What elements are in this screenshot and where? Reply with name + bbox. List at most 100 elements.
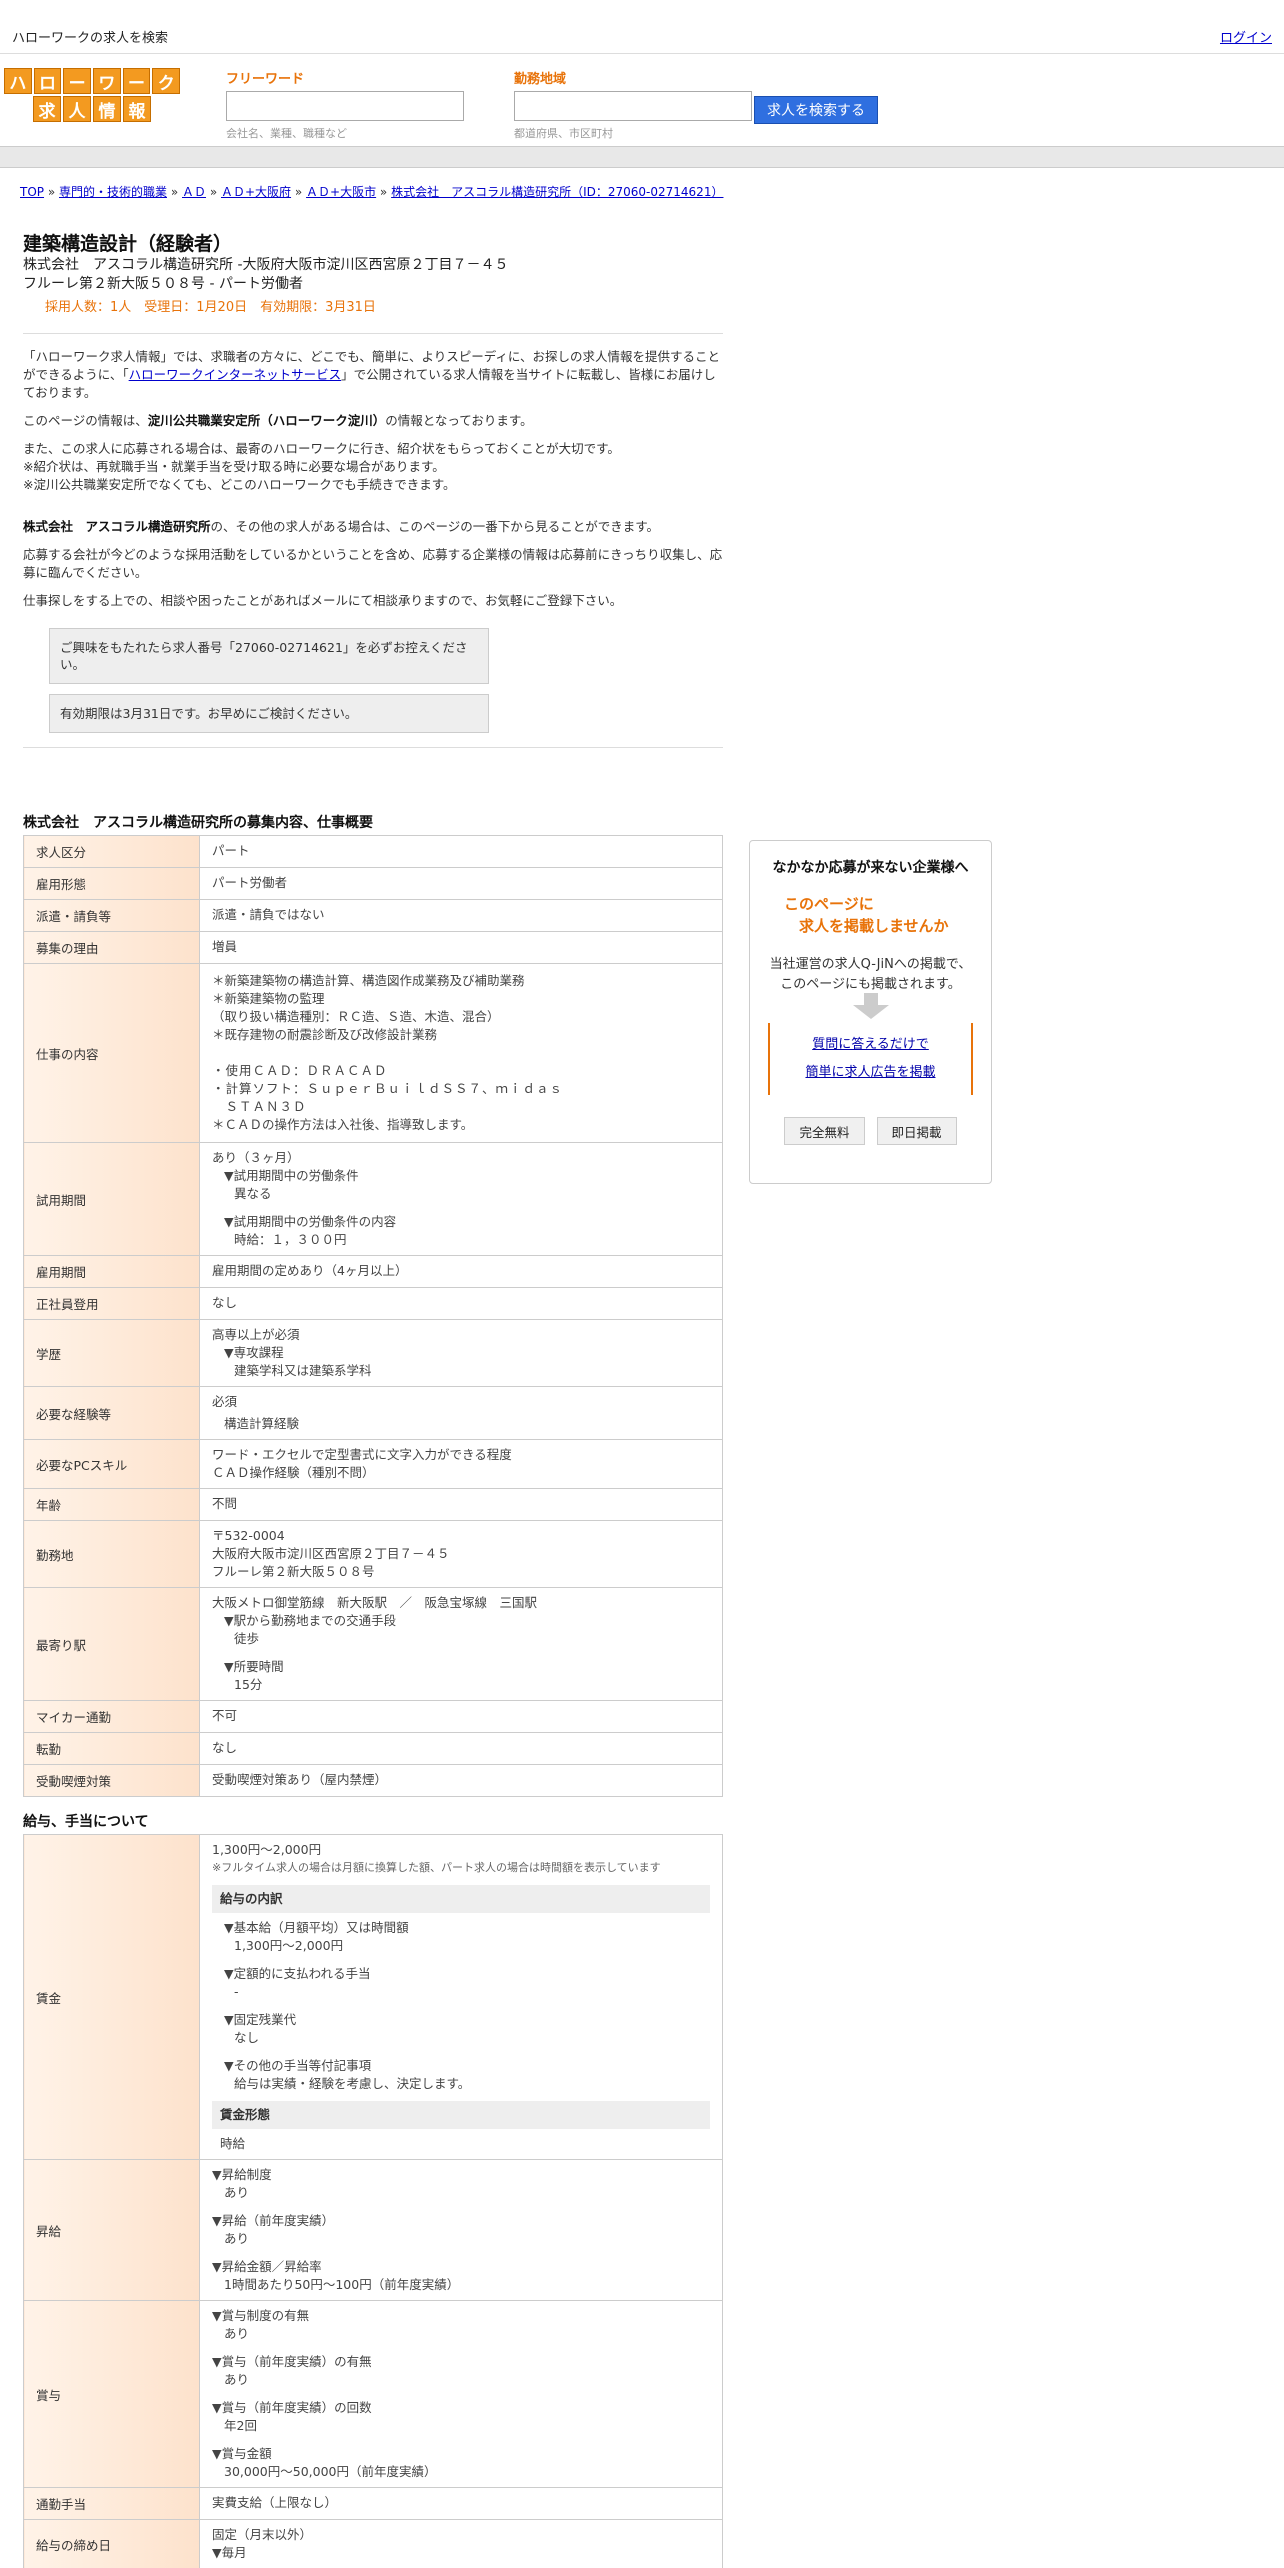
job-title: 建築構造設計（経験者）	[23, 233, 233, 255]
job-number-notice: ご興味をもたれたら求人番号「27060-02714621」を必ずお控えください。	[49, 628, 489, 684]
table-row: 学歴 高専以上が必須 ▼専攻課程 建築学科又は建築系学科	[23, 1319, 723, 1387]
overview-title: 株式会社 アスコラル構造研究所の募集内容、仕事概要	[23, 815, 373, 831]
bonus-sub-value: 30,000円〜50,000円（前年度実績）	[224, 2464, 437, 2479]
ad-headline-line: このページに	[784, 895, 874, 913]
table-row: 求人区分 パート	[23, 835, 723, 868]
closing-sub-label: ▼毎月	[212, 2545, 247, 2560]
free-button[interactable]: 完全無料	[784, 1117, 865, 1145]
other-jobs-info: 株式会社 アスコラル構造研究所の、その他の求人がある場合は、このページの一番下か…	[23, 518, 723, 536]
logo-char: ワ	[93, 68, 121, 94]
table-row: 派遣・請負等 派遣・請負ではない	[23, 899, 723, 932]
company-name: 株式会社 アスコラル構造研究所	[23, 519, 211, 534]
work-address: 大阪府大阪市淀川区西宮原２丁目７－４５	[212, 1546, 450, 1561]
wage-sub-value: なし	[234, 2030, 260, 2045]
trial-sub-label: ▼試用期間中の労働条件の内容	[224, 1214, 397, 1229]
postal-code: 〒532-0004	[212, 1528, 285, 1543]
row-value: 必須 構造計算経験	[199, 1386, 723, 1440]
search-button[interactable]: 求人を検索する	[754, 96, 878, 124]
row-value: 高専以上が必須 ▼専攻課程 建築学科又は建築系学科	[199, 1319, 723, 1387]
table-row: 必要な経験等 必須 構造計算経験	[23, 1386, 723, 1440]
station-value: 大阪メトロ御堂筋線 新大阪駅 ／ 阪急宝塚線 三国駅	[212, 1595, 538, 1610]
ad-title: なかなか応募が来ない企業様へ	[772, 860, 969, 876]
raise-sub-label: ▼昇給制度	[212, 2167, 272, 2182]
pc-skill-value: ＣＡＤ操作経験（種別不問）	[212, 1465, 375, 1480]
bonus-sub-label: ▼賞与制度の有無	[212, 2308, 310, 2323]
ad-desc-line: このページにも掲載されます。	[780, 977, 961, 992]
referral-note: ※淀川公共職業安定所でなくても、どこのハローワークでも手続きできます。	[23, 477, 456, 492]
breadcrumb-ad-osaka-city[interactable]: ＡＤ+大阪市	[306, 185, 376, 199]
row-value: 実費支給（上限なし）	[199, 2487, 723, 2520]
ad-buttons: 完全無料 即日掲載	[758, 1117, 983, 1145]
desc-line: ＊ＣＡＤの操作方法は入社後、指導致します。	[212, 1117, 474, 1132]
row-value: あり（３ヶ月） ▼試用期間中の労働条件 異なる ▼試用期間中の労働条件の内容 時…	[199, 1142, 723, 1256]
breadcrumb-company[interactable]: 株式会社 アスコラル構造研究所（ID：27060-02714621）	[391, 185, 723, 199]
top-bar: ハローワークの求人を検索 ログイン	[0, 0, 1284, 54]
referral-text: また、この求人に応募される場合は、最寄のハローワークに行き、紹介状をもらっておく…	[23, 441, 620, 456]
referral-note: ※紹介状は、再就職手当・就業手当を受け取る時に必要な場合があります。	[23, 459, 445, 474]
trial-sub-value: 異なる	[234, 1186, 272, 1201]
bonus-sub-label: ▼賞与（前年度実績）の回数	[212, 2400, 372, 2415]
breadcrumb-ad-osaka-pref[interactable]: ＡＤ+大阪府	[221, 185, 291, 199]
station-sub-label: ▼所要時間	[224, 1659, 284, 1674]
ad-desc-line: 当社運営の求人Q-JiNへの掲載で、	[769, 957, 972, 972]
table-row: 賃金 1,300円〜2,000円 ※フルタイム求人の場合は月額に換算した額、パー…	[23, 1834, 723, 2160]
table-row: 受動喫煙対策 受動喫煙対策あり（屋内禁煙）	[23, 1764, 723, 1797]
experience-value: 必須	[212, 1394, 238, 1409]
ad-headline-line: 求人を掲載しませんか	[784, 917, 949, 935]
office-text: の情報となっております。	[385, 413, 533, 428]
ad-link-question[interactable]: 質問に答えるだけで	[770, 1031, 971, 1059]
row-value: 不可	[199, 1700, 723, 1733]
other-jobs-text: の、その他の求人がある場合は、このページの一番下から見ることができます。	[210, 519, 660, 534]
raise-sub-value: あり	[224, 2231, 250, 2246]
desc-line: ＳＴＡＮ３Ｄ	[212, 1099, 307, 1114]
row-label: 給与の締め日	[23, 2519, 200, 2568]
ad-link-post[interactable]: 簡単に求人広告を掲載	[770, 1059, 971, 1087]
row-value: 1,300円〜2,000円 ※フルタイム求人の場合は月額に換算した額、パート求人…	[199, 1834, 723, 2160]
row-label: 試用期間	[23, 1142, 200, 1256]
same-day-button[interactable]: 即日掲載	[876, 1117, 957, 1145]
expiry-notice: 有効期限は3月31日です。お早めにご検討ください。	[49, 694, 489, 733]
row-value: ▼昇給制度 あり ▼昇給（前年度実績） あり ▼昇給金額／昇給率 1時間あたり5…	[199, 2159, 723, 2301]
station-sub-value: 徒歩	[234, 1631, 260, 1646]
wage-form-value: 時給	[220, 2136, 246, 2151]
row-label: 必要な経験等	[23, 1386, 200, 1440]
table-row: 給与の締め日 固定（月末以外） ▼毎月	[23, 2519, 723, 2568]
logo-char: 求	[33, 96, 61, 122]
row-label: 仕事の内容	[23, 963, 200, 1143]
ad-links: 質問に答えるだけで 簡単に求人広告を掲載	[768, 1023, 973, 1095]
bonus-sub-value: あり	[224, 2326, 250, 2341]
table-row: 年齢 不問	[23, 1488, 723, 1521]
logo-char: 人	[63, 96, 91, 122]
breadcrumb-ad[interactable]: ＡＤ	[182, 185, 206, 199]
breadcrumb-top[interactable]: TOP	[20, 185, 44, 199]
row-value: なし	[199, 1732, 723, 1765]
table-row: 試用期間 あり（３ヶ月） ▼試用期間中の労働条件 異なる ▼試用期間中の労働条件…	[23, 1142, 723, 1256]
down-arrow-icon	[852, 993, 889, 1019]
login-link[interactable]: ログイン	[1220, 27, 1272, 46]
breadcrumb-category[interactable]: 専門的・技術的職業	[59, 185, 167, 199]
table-row: 最寄り駅 大阪メトロ御堂筋線 新大阪駅 ／ 阪急宝塚線 三国駅 ▼駅から勤務地ま…	[23, 1587, 723, 1701]
freeword-group: フリーワード 会社名、業種、職種など	[226, 68, 464, 141]
salary-table: 賃金 1,300円〜2,000円 ※フルタイム求人の場合は月額に換算した額、パー…	[23, 1834, 723, 2568]
area-hint: 都道府県、市区町村	[514, 127, 613, 140]
row-label: 募集の理由	[23, 931, 200, 964]
ad-headline: このページに 求人を掲載しませんか	[758, 893, 983, 937]
station-sub-label: ▼駅から勤務地までの交通手段	[224, 1613, 397, 1628]
desc-line: ・計算ソフト：ＳｕｐｅｒＢｕｉｌｄＳＳ７、ｍｉｄａｓ	[212, 1081, 564, 1096]
office-text: このページの情報は、	[23, 413, 148, 428]
freeword-input[interactable]	[226, 91, 464, 121]
row-label: 雇用形態	[23, 867, 200, 900]
row-value: 派遣・請負ではない	[199, 899, 723, 932]
education-sub-value: 建築学科又は建築系学科	[234, 1363, 372, 1378]
row-label: 正社員登用	[23, 1287, 200, 1320]
row-value: 増員	[199, 931, 723, 964]
raise-sub-label: ▼昇給金額／昇給率	[212, 2259, 322, 2274]
row-label: 年齢	[23, 1488, 200, 1521]
hellowork-logo[interactable]: ハ ロ ー ワ ー ク 求 人 情 報	[4, 68, 181, 124]
office-name: 淀川公共職業安定所（ハローワーク淀川）	[147, 413, 386, 428]
area-input[interactable]	[514, 91, 752, 121]
trial-sub-value: 時給：１，３００円	[234, 1232, 347, 1247]
area-label: 勤務地域	[514, 72, 567, 87]
hellowork-internet-link[interactable]: ハローワークインターネットサービス	[129, 367, 342, 382]
row-label: 通勤手当	[23, 2487, 200, 2520]
